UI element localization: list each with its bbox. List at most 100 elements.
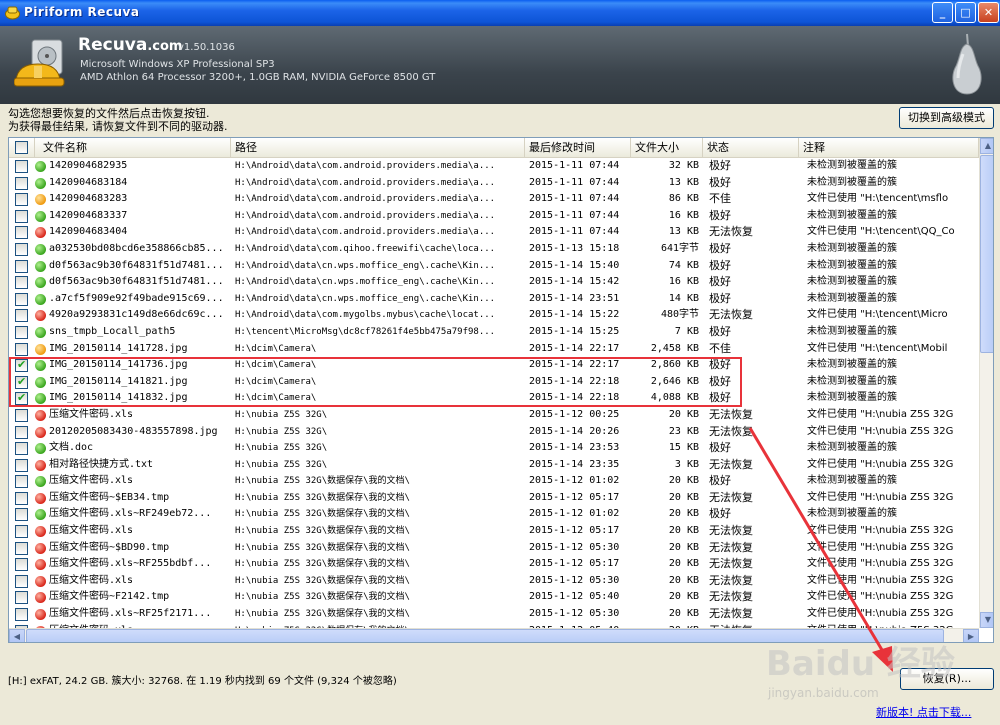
- table-row[interactable]: 压缩文件密码~F2142.tmp H:\nubia Z5S 32G\数据保存\我的…: [9, 589, 979, 606]
- column-header-note[interactable]: 注释: [799, 138, 979, 158]
- select-all-checkbox[interactable]: [15, 141, 28, 154]
- table-row[interactable]: 压缩文件密码.xls H:\nubia Z5S 32G\数据保存\我的文档\ 201…: [9, 523, 979, 540]
- row-checkbox[interactable]: [15, 342, 28, 356]
- cell-path: H:\nubia Z5S 32G\数据保存\我的文档\: [235, 476, 410, 487]
- cell-note: 未检测到被覆盖的簇: [807, 375, 897, 387]
- table-row[interactable]: IMG_20150114_141736.jpg H:\dcim\Camera\ 20…: [9, 357, 979, 374]
- row-checkbox[interactable]: [15, 442, 28, 456]
- row-checkbox[interactable]: [15, 242, 28, 256]
- column-header-state[interactable]: 状态: [703, 138, 799, 158]
- column-header-name[interactable]: 文件名称: [35, 138, 231, 158]
- close-button[interactable]: ✕: [978, 2, 999, 23]
- table-row[interactable]: .a7cf5f909e92f49bade915c69... H:\Android\…: [9, 291, 979, 308]
- row-checkbox[interactable]: [15, 176, 28, 190]
- table-row[interactable]: sns_tmpb_Locall_path5 H:\tencent\MicroMsg…: [9, 324, 979, 341]
- table-row[interactable]: 压缩文件密码.xls~RF25f2171... H:\nubia Z5S 32G\…: [9, 606, 979, 623]
- cell-date: 2015-1-14 23:51: [529, 292, 620, 304]
- row-checkbox[interactable]: [15, 541, 28, 555]
- maximize-button[interactable]: □: [955, 2, 976, 23]
- cell-state: 不佳: [709, 192, 731, 206]
- row-checkbox[interactable]: [15, 325, 28, 339]
- table-row[interactable]: 压缩文件密码.xls H:\nubia Z5S 32G\ 2015-1-12 00:…: [9, 407, 979, 424]
- header-select-all[interactable]: [9, 138, 35, 158]
- column-header-date[interactable]: 最后修改时间: [525, 138, 631, 158]
- row-checkbox[interactable]: [15, 491, 28, 505]
- new-version-link[interactable]: 新版本! 点击下载...: [876, 704, 971, 720]
- table-row[interactable]: IMG_20150114_141832.jpg H:\dcim\Camera\ 20…: [9, 390, 979, 407]
- cell-path: H:\Android\data\cn.wps.moffice_eng\.cach…: [235, 293, 496, 304]
- row-checkbox[interactable]: [15, 508, 28, 522]
- cell-note: 文件已使用 "H:\nubia Z5S 32G: [807, 408, 954, 420]
- table-row[interactable]: 压缩文件密码~$EB34.tmp H:\nubia Z5S 32G\数据保存\我的…: [9, 490, 979, 507]
- row-checkbox[interactable]: [15, 475, 28, 489]
- cell-state: 极好: [709, 258, 731, 272]
- row-checkbox[interactable]: [15, 259, 28, 273]
- title-bar[interactable]: Piriform Recuva _ □ ✕: [0, 0, 1000, 26]
- row-checkbox[interactable]: [15, 425, 28, 439]
- cell-path: H:\nubia Z5S 32G\: [235, 426, 328, 437]
- cell-path: H:\nubia Z5S 32G\数据保存\我的文档\: [235, 559, 410, 570]
- row-checkbox[interactable]: [15, 309, 28, 323]
- row-checkbox[interactable]: [15, 391, 28, 406]
- row-checkbox[interactable]: [15, 558, 28, 572]
- horizontal-scrollbar[interactable]: ◀ ▶: [9, 628, 979, 642]
- table-row[interactable]: 4920a9293831c149d8e66dc69c... H:\Android\…: [9, 307, 979, 324]
- file-list[interactable]: 文件名称 路径 最后修改时间 文件大小 状态 注释 1420904682935 H…: [8, 137, 994, 643]
- cell-state: 极好: [709, 374, 731, 388]
- row-checkbox[interactable]: [15, 292, 28, 306]
- scroll-up-icon[interactable]: ▲: [980, 138, 993, 154]
- table-row[interactable]: 压缩文件密码.xls H:\nubia Z5S 32G\数据保存\我的文档\ 201…: [9, 473, 979, 490]
- cell-path: H:\nubia Z5S 32G\数据保存\我的文档\: [235, 492, 410, 503]
- table-row[interactable]: 相对路径快捷方式.txt H:\nubia Z5S 32G\ 2015-1-14 2…: [9, 457, 979, 474]
- column-header-size[interactable]: 文件大小: [631, 138, 703, 158]
- table-row[interactable]: a032530bd08bcd6e358866cb85... H:\Android\…: [9, 241, 979, 258]
- row-checkbox[interactable]: [15, 160, 28, 173]
- row-checkbox[interactable]: [15, 276, 28, 290]
- scroll-right-icon[interactable]: ▶: [963, 629, 979, 642]
- cell-note: 未检测到被覆盖的簇: [807, 508, 897, 520]
- vertical-scroll-thumb[interactable]: [980, 155, 993, 353]
- cell-name: 1420904682935: [49, 160, 128, 171]
- table-row[interactable]: d0f563ac9b30f64831f51d7481... H:\Android\…: [9, 258, 979, 275]
- recover-button[interactable]: 恢复(R)...: [900, 668, 994, 690]
- table-row[interactable]: 1420904683404 H:\Android\data\com.android…: [9, 224, 979, 241]
- switch-advanced-mode-button[interactable]: 切换到高级模式: [899, 107, 994, 129]
- scroll-down-icon[interactable]: ▼: [980, 612, 993, 628]
- table-row[interactable]: d0f563ac9b30f64831f51d7481... H:\Android\…: [9, 274, 979, 291]
- cell-size: 20 KB: [668, 541, 699, 553]
- row-checkbox[interactable]: [15, 574, 28, 588]
- status-red-icon: [35, 526, 46, 538]
- row-checkbox[interactable]: [15, 209, 28, 223]
- row-checkbox[interactable]: [15, 226, 28, 240]
- row-checkbox[interactable]: [15, 408, 28, 422]
- row-checkbox[interactable]: [15, 358, 28, 373]
- table-row[interactable]: 20120205083430-483557898.jpg H:\nubia Z5S…: [9, 424, 979, 441]
- table-row[interactable]: 1420904683337 H:\Android\data\com.android…: [9, 208, 979, 225]
- cell-path: H:\Android\data\com.qihoo.freewifi\cache…: [235, 243, 496, 254]
- row-checkbox[interactable]: [15, 525, 28, 539]
- table-row[interactable]: 压缩文件密码.xls~RF249eb72... H:\nubia Z5S 32G\…: [9, 506, 979, 523]
- table-row[interactable]: 压缩文件密码.xls~RF255bdbf... H:\nubia Z5S 32G\…: [9, 556, 979, 573]
- table-row[interactable]: 压缩文件密码~$BD90.tmp H:\nubia Z5S 32G\数据保存\我的…: [9, 540, 979, 557]
- scroll-left-icon[interactable]: ◀: [9, 629, 25, 642]
- table-row[interactable]: IMG_20150114_141728.jpg H:\dcim\Camera\ 20…: [9, 341, 979, 358]
- cell-date: 2015-1-12 05:40: [529, 591, 620, 603]
- minimize-button[interactable]: _: [932, 2, 953, 23]
- column-header-path[interactable]: 路径: [231, 138, 525, 158]
- row-checkbox[interactable]: [15, 375, 28, 389]
- cell-size: 641字节: [660, 242, 699, 254]
- row-checkbox[interactable]: [15, 458, 28, 472]
- row-checkbox[interactable]: [15, 608, 28, 622]
- table-row[interactable]: 1420904683184 H:\Android\data\com.android…: [9, 175, 979, 192]
- row-checkbox[interactable]: [15, 591, 28, 605]
- table-row[interactable]: 1420904683283 H:\Android\data\com.android…: [9, 191, 979, 208]
- table-row[interactable]: 压缩文件密码.xls H:\nubia Z5S 32G\数据保存\我的文档\ 201…: [9, 573, 979, 590]
- cell-note: 文件已使用 "H:\nubia Z5S 32G: [807, 558, 954, 570]
- horizontal-scroll-thumb[interactable]: [26, 629, 944, 642]
- table-row[interactable]: IMG_20150114_141821.jpg H:\dcim\Camera\ 20…: [9, 374, 979, 391]
- vertical-scrollbar[interactable]: ▲ ▼: [979, 138, 993, 628]
- cell-path: H:\dcim\Camera\: [235, 376, 317, 387]
- table-row[interactable]: 文档.doc H:\nubia Z5S 32G\ 2015-1-14 23:53 15…: [9, 440, 979, 457]
- table-row[interactable]: 1420904682935 H:\Android\data\com.android…: [9, 158, 979, 175]
- row-checkbox[interactable]: [15, 193, 28, 207]
